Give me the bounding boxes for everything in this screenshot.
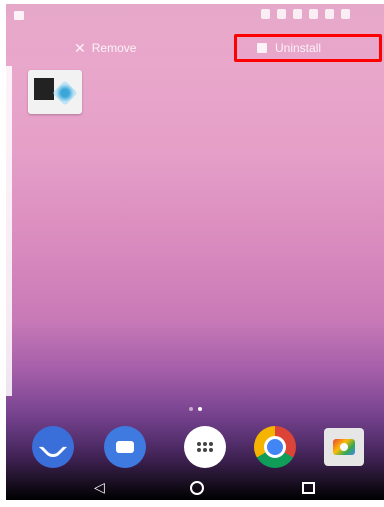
- drop-target-bar: ✕ Remove Uninstall: [6, 32, 384, 66]
- chrome-app-icon[interactable]: [254, 426, 296, 468]
- messages-app-icon[interactable]: [104, 426, 146, 468]
- recents-icon[interactable]: [302, 482, 315, 494]
- page-dot-active: [197, 407, 202, 411]
- home-icon[interactable]: [190, 481, 204, 495]
- bluetooth-icon: [277, 9, 286, 19]
- messages-icon: [116, 441, 134, 453]
- location-icon: [261, 9, 270, 19]
- battery-icon: [341, 9, 350, 19]
- remove-drop-target[interactable]: ✕ Remove: [74, 37, 136, 59]
- close-icon: ✕: [74, 39, 86, 56]
- device-screen-icon: [34, 78, 54, 100]
- phone-app-icon[interactable]: [32, 426, 74, 468]
- navigation-bar: ◁: [6, 476, 384, 500]
- status-bar: [6, 4, 384, 28]
- signal-icon: [325, 9, 334, 19]
- dock: [6, 426, 384, 472]
- page-dot: [188, 407, 193, 411]
- camera-icon: [333, 439, 355, 455]
- uninstall-drop-target[interactable]: Uninstall: [234, 34, 382, 62]
- workspace-edge-indicator: [6, 66, 12, 396]
- wifi-transfer-icon: [52, 80, 78, 106]
- status-icons: [261, 9, 350, 19]
- screenshot-frame: ✕ Remove Uninstall ◁: [0, 0, 384, 507]
- uninstall-icon: [257, 43, 267, 53]
- camera-app-icon[interactable]: [324, 428, 364, 466]
- app-drawer-icon: [197, 442, 213, 452]
- notification-icon: [14, 11, 24, 20]
- remove-label: Remove: [91, 41, 137, 55]
- phone-icon: [38, 432, 68, 462]
- home-screen: ✕ Remove Uninstall ◁: [6, 4, 384, 500]
- app-drawer-button[interactable]: [184, 426, 226, 468]
- page-indicator: [6, 407, 384, 411]
- uninstall-label: Uninstall: [275, 41, 322, 55]
- dragged-app-icon[interactable]: [28, 70, 82, 114]
- wifi-icon: [309, 9, 318, 19]
- back-icon[interactable]: ◁: [94, 480, 105, 494]
- chrome-icon: [264, 436, 286, 458]
- vibrate-icon: [293, 9, 302, 19]
